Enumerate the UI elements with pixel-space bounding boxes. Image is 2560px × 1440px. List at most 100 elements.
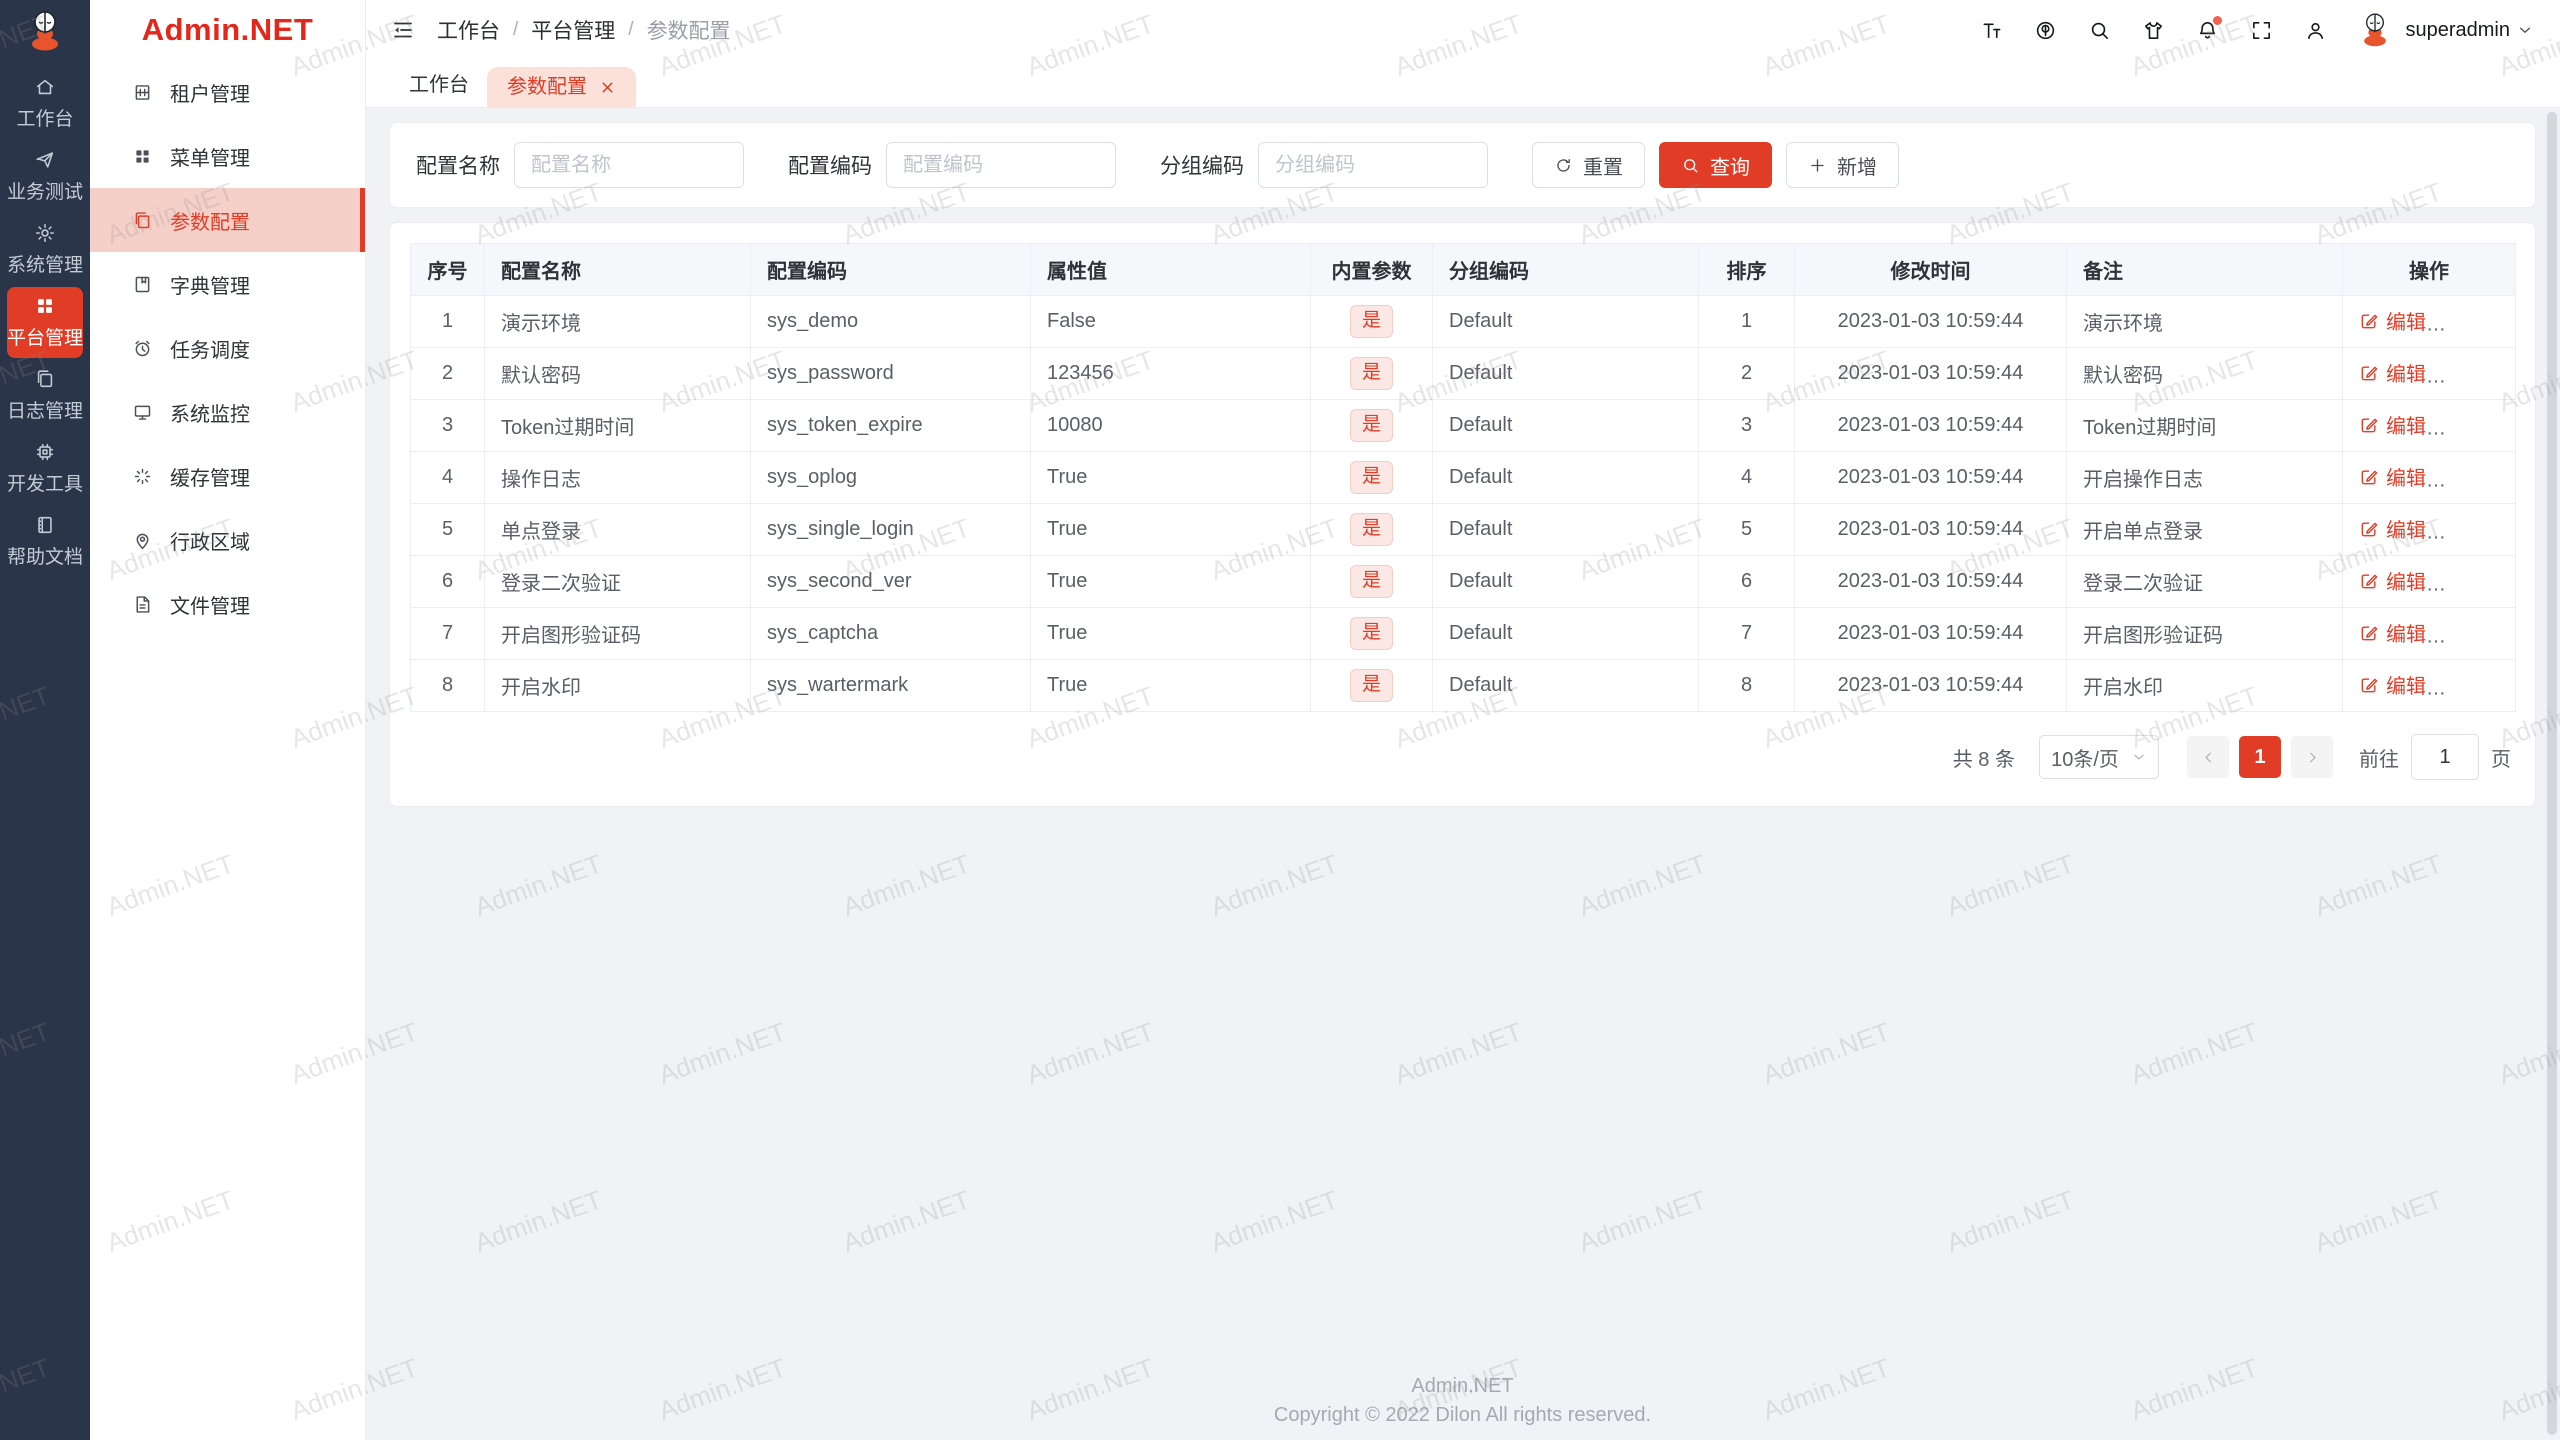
delete-button[interactable]: 删除 [2454, 410, 2515, 439]
cell-sort: 2 [1698, 347, 1795, 400]
builtin-tag: 是 [1349, 305, 1393, 338]
current-page[interactable]: 1 [2239, 736, 2281, 778]
user-avatar[interactable] [2355, 10, 2396, 50]
app-logo-mascot[interactable] [0, 0, 90, 62]
cell-remark: 默认密码 [2066, 347, 2343, 400]
delete-button[interactable]: 删除 [2454, 670, 2515, 699]
column-header: 配置名称 [484, 243, 751, 296]
footer-app-name: Admin.NET [1411, 1375, 1514, 1397]
page-size-select[interactable]: 10条/页 [2039, 735, 2159, 779]
edit-button[interactable]: 编辑 [2359, 410, 2426, 439]
cell-modified-time: 2023-01-03 10:59:44 [1794, 399, 2067, 452]
sidebar-menu-item[interactable]: 菜单管理 [90, 124, 365, 188]
prev-page-button[interactable] [2187, 736, 2229, 778]
config-table: 序号 配置名称 配置编码 属性值 内置参数 分组编码 排序 修改时间 备注 操作 1 演示环境 sys… [410, 243, 2516, 712]
cell-remark: Token过期时间 [2066, 399, 2343, 452]
edit-button[interactable]: 编辑 [2359, 462, 2426, 491]
search-field-input[interactable] [886, 142, 1116, 188]
edit-button[interactable]: 编辑 [2359, 514, 2426, 543]
tab-close-icon[interactable] [599, 79, 616, 96]
cell-config-code: sys_single_login [750, 503, 1031, 556]
builtin-tag: 是 [1349, 565, 1393, 598]
rail-item[interactable]: 开发工具 [7, 433, 83, 504]
user-menu-chevron-down-icon[interactable] [2516, 21, 2534, 39]
username[interactable]: superadmin [2405, 19, 2510, 42]
goto-page-input[interactable] [2411, 734, 2479, 780]
cell-sort: 8 [1698, 659, 1795, 712]
collapse-sidebar-icon[interactable] [391, 18, 415, 42]
page-tab[interactable]: 参数配置 [487, 67, 636, 107]
reset-button[interactable]: 重置 [1532, 142, 1645, 188]
rail-item[interactable]: 帮助文档 [7, 506, 83, 577]
sidebar-menu-item[interactable]: 文件管理 [90, 572, 365, 636]
sidebar-menu-item[interactable]: 任务调度 [90, 316, 365, 380]
cell-actions: 编辑删除 [2342, 451, 2516, 504]
cell-remark: 登录二次验证 [2066, 555, 2343, 608]
sidebar-menu-item[interactable]: 缓存管理 [90, 444, 365, 508]
rail-item-icon [34, 441, 56, 463]
page-tab[interactable]: 工作台 [391, 63, 487, 107]
cell-index: 8 [410, 659, 485, 712]
header-icon[interactable] [2250, 19, 2273, 42]
cell-actions: 编辑删除 [2342, 399, 2516, 452]
header-icon[interactable] [2196, 15, 2223, 42]
rail-item-icon [34, 368, 56, 390]
header-icon[interactable] [2034, 19, 2057, 42]
search-field-input[interactable] [1258, 142, 1488, 188]
query-button[interactable]: 查询 [1659, 142, 1772, 188]
header-icon[interactable] [2088, 19, 2111, 42]
cell-actions: 编辑删除 [2342, 347, 2516, 400]
sidebar-menu-item[interactable]: 租户管理 [90, 60, 365, 124]
delete-button[interactable]: 删除 [2454, 358, 2515, 387]
sidebar-menu-item[interactable]: 字典管理 [90, 252, 365, 316]
cell-config-code: sys_wartermark [750, 659, 1031, 712]
rail-item-icon [34, 514, 56, 536]
add-button[interactable]: 新增 [1786, 142, 1899, 188]
cell-value: True [1030, 555, 1311, 608]
rail-item[interactable]: 业务测试 [7, 141, 83, 212]
rail-item-icon [34, 222, 56, 244]
header-icon[interactable] [2142, 19, 2165, 42]
sidebar-item-icon [132, 82, 153, 103]
breadcrumb-item[interactable]: 工作台 / [437, 15, 531, 45]
rail-item[interactable]: 平台管理 [7, 287, 83, 358]
sidebar-menu-item[interactable]: 行政区域 [90, 508, 365, 572]
rail-item[interactable]: 系统管理 [7, 214, 83, 285]
search-field-label: 分组编码 [1160, 155, 1244, 178]
header-icon[interactable] [2304, 19, 2327, 42]
cell-index: 4 [410, 451, 485, 504]
edit-button[interactable]: 编辑 [2359, 618, 2426, 647]
breadcrumb-item[interactable]: 平台管理 / [531, 15, 646, 45]
edit-button[interactable]: 编辑 [2359, 566, 2426, 595]
next-page-button[interactable] [2291, 736, 2333, 778]
delete-button[interactable]: 删除 [2454, 514, 2515, 543]
breadcrumb-item[interactable]: 参数配置 [647, 15, 757, 45]
cell-actions: 编辑删除 [2342, 659, 2516, 712]
delete-button[interactable]: 删除 [2454, 618, 2515, 647]
cell-sort: 4 [1698, 451, 1795, 504]
cell-modified-time: 2023-01-03 10:59:44 [1794, 347, 2067, 400]
edit-button[interactable]: 编辑 [2359, 358, 2426, 387]
rail-item[interactable]: 日志管理 [7, 360, 83, 431]
cell-config-code: sys_second_ver [750, 555, 1031, 608]
delete-button[interactable]: 删除 [2454, 566, 2515, 595]
sidebar-item-label: 系统监控 [170, 403, 250, 426]
delete-button[interactable]: 删除 [2454, 306, 2515, 335]
search-field-input[interactable] [514, 142, 744, 188]
refresh-icon [1554, 156, 1573, 175]
cell-modified-time: 2023-01-03 10:59:44 [1794, 503, 2067, 556]
sidebar-menu-item[interactable]: 参数配置 [90, 188, 365, 252]
sidebar-item-label: 租户管理 [170, 83, 250, 106]
sidebar-menu-item[interactable]: 系统监控 [90, 380, 365, 444]
sidebar-item-label: 菜单管理 [170, 147, 250, 170]
header-icon[interactable] [1980, 19, 2003, 42]
edit-button[interactable]: 编辑 [2359, 670, 2426, 699]
vertical-scrollbar[interactable] [2547, 112, 2557, 1435]
table-row: 8 开启水印 sys_wartermark True 是 Default 8 2023-01-… [410, 659, 2516, 712]
cell-actions: 编辑删除 [2342, 295, 2516, 348]
delete-button[interactable]: 删除 [2454, 462, 2515, 491]
search-field: 配置编码 [788, 142, 1116, 188]
edit-button[interactable]: 编辑 [2359, 306, 2426, 335]
rail-item[interactable]: 工作台 [7, 68, 83, 139]
sidebar-item-icon [132, 210, 153, 231]
